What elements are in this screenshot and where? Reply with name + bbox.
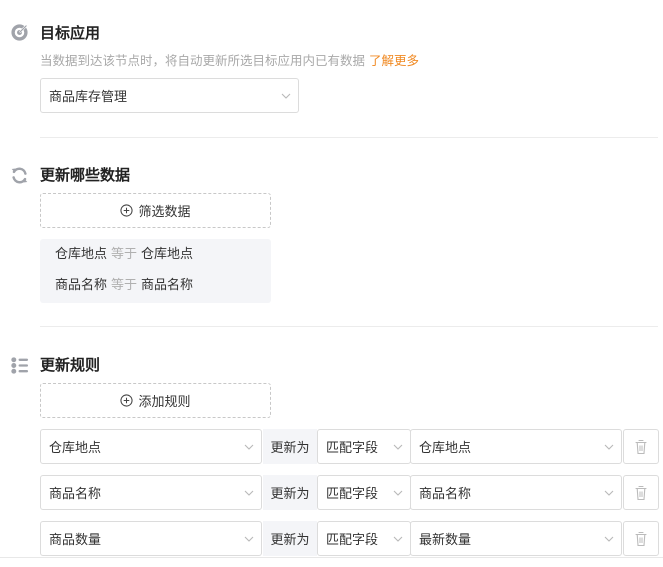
trash-icon (635, 439, 647, 454)
condition-field: 仓库地点 (55, 247, 108, 262)
section-title-update-rules: 更新规则 (40, 356, 101, 374)
trash-icon (635, 531, 647, 546)
trash-icon (635, 485, 647, 500)
target-app-select-value: 商品库存管理 (49, 90, 128, 105)
rule-target-field-value: 仓库地点 (49, 441, 102, 456)
refresh-icon (11, 167, 28, 184)
rule-target-field-value: 商品数量 (49, 533, 102, 548)
section-divider (40, 137, 658, 138)
chevron-down-icon (386, 430, 410, 463)
bottom-divider (0, 557, 663, 558)
condition-operator: 等于 (111, 278, 138, 293)
chevron-down-icon (237, 430, 261, 463)
rule-mode-value: 匹配字段 (326, 533, 379, 548)
condition-field: 商品名称 (55, 278, 108, 293)
filter-data-button-label: 筛选数据 (138, 205, 191, 220)
delete-rule-button[interactable] (623, 475, 659, 510)
chevron-down-icon (386, 476, 410, 509)
filter-condition[interactable]: 商品名称 等于 商品名称 (55, 276, 193, 296)
condition-value: 仓库地点 (141, 247, 194, 262)
rule-mode-value: 匹配字段 (326, 441, 379, 456)
filter-conditions-panel: 仓库地点 等于 仓库地点 商品名称 等于 商品名称 (40, 239, 271, 303)
rule-mode-select[interactable]: 匹配字段 (317, 429, 411, 464)
chevron-down-icon (597, 476, 621, 509)
plus-circle-icon (120, 204, 134, 217)
delete-rule-button[interactable] (623, 429, 659, 464)
rule-source-field-value: 仓库地点 (419, 441, 472, 456)
rule-action-label: 更新为 (263, 429, 317, 464)
rule-mode-value: 匹配字段 (326, 487, 379, 502)
section-title-target-app: 目标应用 (40, 24, 101, 42)
rule-target-field-select[interactable]: 商品数量 (40, 521, 262, 556)
rule-mode-select[interactable]: 匹配字段 (317, 521, 411, 556)
target-app-description: 当数据到达该节点时，将自动更新所选目标应用内已有数据 了解更多 (40, 53, 419, 69)
condition-operator: 等于 (111, 247, 138, 262)
section-title-update-data: 更新哪些数据 (40, 166, 131, 184)
target-icon (11, 24, 28, 41)
learn-more-link[interactable]: 了解更多 (369, 53, 419, 68)
add-rule-button[interactable]: 添加规则 (40, 383, 271, 418)
condition-value: 商品名称 (141, 278, 194, 293)
section-divider (40, 326, 658, 327)
filter-data-button[interactable]: 筛选数据 (40, 193, 271, 228)
rule-source-field-select[interactable]: 最新数量 (410, 521, 622, 556)
rule-target-field-value: 商品名称 (49, 487, 102, 502)
chevron-down-icon (386, 522, 410, 555)
add-rule-button-label: 添加规则 (138, 395, 191, 410)
rule-target-field-select[interactable]: 仓库地点 (40, 429, 262, 464)
chevron-down-icon (237, 522, 261, 555)
chevron-down-icon (274, 79, 298, 112)
rule-source-field-select[interactable]: 商品名称 (410, 475, 622, 510)
chevron-down-icon (597, 430, 621, 463)
rules-list-icon (11, 357, 29, 374)
rule-source-field-value: 商品名称 (419, 487, 472, 502)
rule-source-field-select[interactable]: 仓库地点 (410, 429, 622, 464)
target-app-select[interactable]: 商品库存管理 (40, 78, 299, 113)
rule-target-field-select[interactable]: 商品名称 (40, 475, 262, 510)
delete-rule-button[interactable] (623, 521, 659, 556)
rule-action-label: 更新为 (263, 475, 317, 510)
filter-condition[interactable]: 仓库地点 等于 仓库地点 (55, 245, 193, 265)
rule-action-label: 更新为 (263, 521, 317, 556)
rule-mode-select[interactable]: 匹配字段 (317, 475, 411, 510)
chevron-down-icon (237, 476, 261, 509)
rule-source-field-value: 最新数量 (419, 533, 472, 548)
chevron-down-icon (597, 522, 621, 555)
description-text: 当数据到达该节点时，将自动更新所选目标应用内已有数据 (40, 53, 366, 68)
plus-circle-icon (120, 394, 134, 407)
